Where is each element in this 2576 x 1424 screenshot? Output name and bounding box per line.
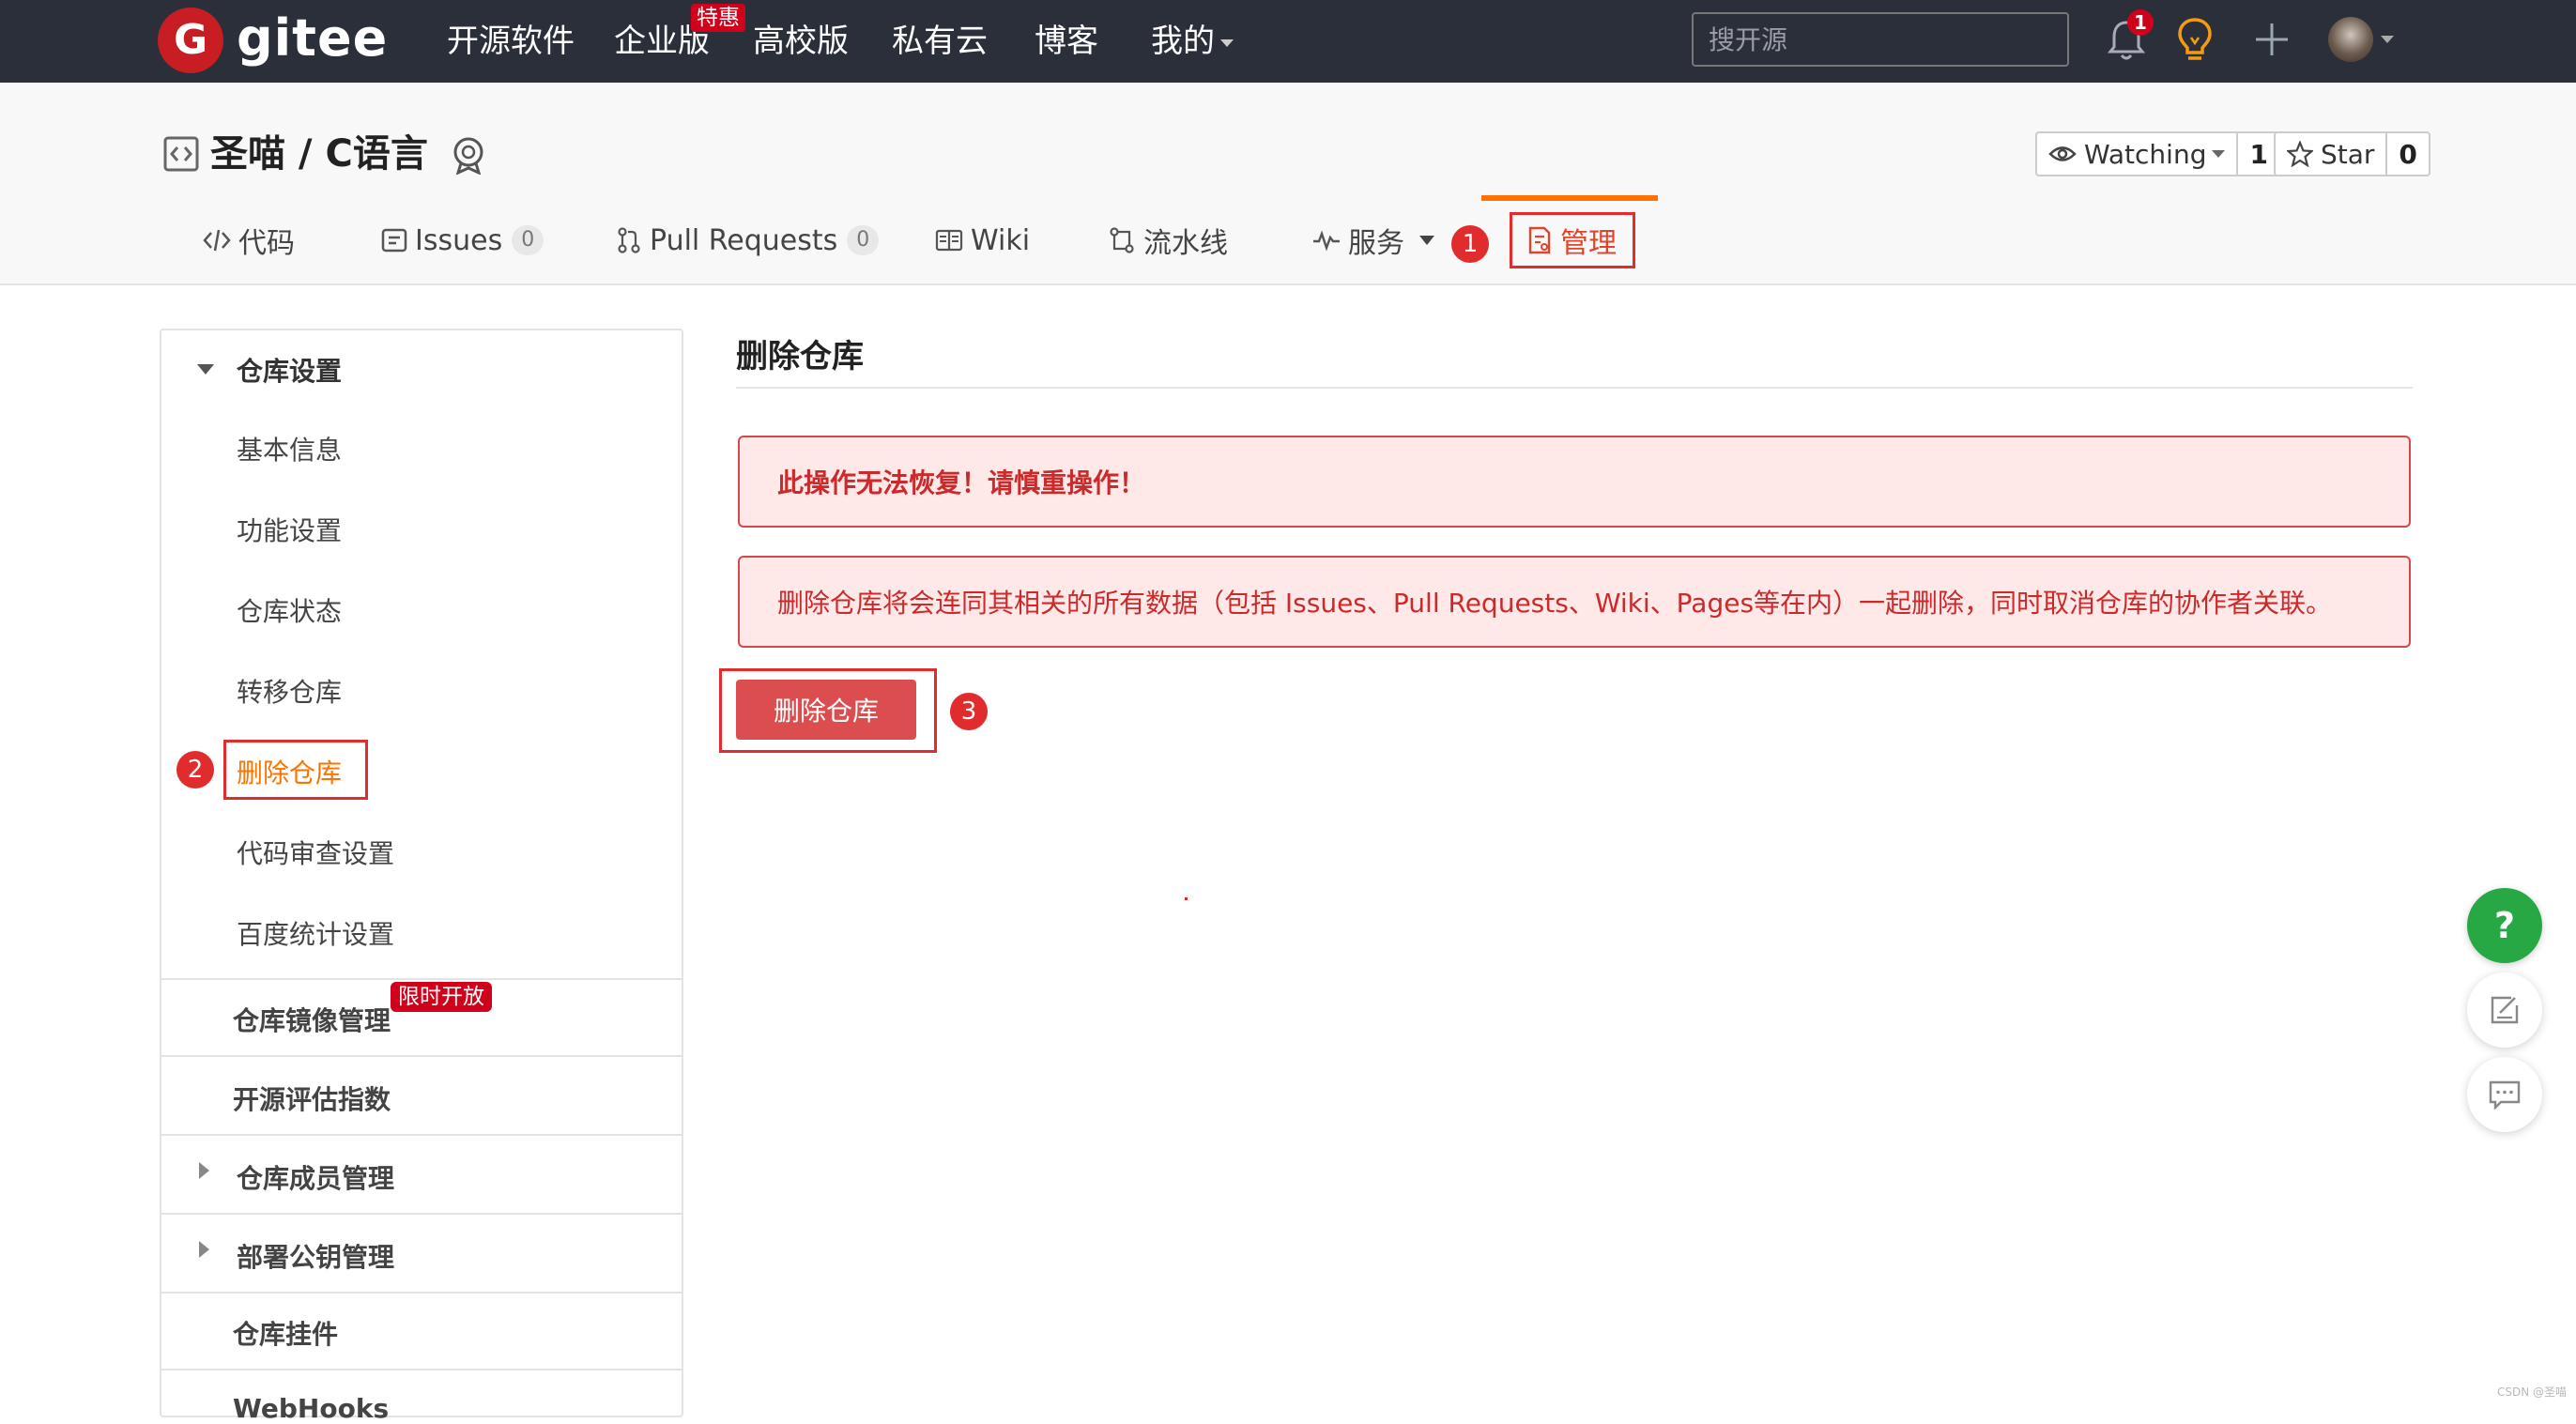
chat-bubble-icon: [2489, 1080, 2521, 1110]
sidebar-group-widgets[interactable]: 仓库挂件: [233, 1314, 338, 1352]
sidebar-divider: [161, 978, 682, 980]
star-count[interactable]: 0: [2387, 139, 2428, 170]
caret-down-icon[interactable]: [197, 364, 214, 375]
title-divider: [736, 387, 2413, 389]
enterprise-promo-badge: 特惠: [691, 4, 745, 32]
lightbulb-icon[interactable]: [2176, 17, 2214, 64]
watch-label: Watching: [2084, 138, 2207, 170]
activity-icon: [1313, 230, 1340, 252]
tab-pipeline[interactable]: 流水线: [1108, 208, 1228, 272]
tab-pull-requests[interactable]: Pull Requests 0: [616, 208, 880, 272]
tab-label: 服务: [1348, 227, 1404, 260]
sidebar-divider: [161, 1369, 682, 1370]
logo-text[interactable]: gitee: [237, 6, 388, 71]
active-tab-indicator: [1481, 195, 1658, 201]
help-button[interactable]: ?: [2467, 888, 2542, 963]
pull-requests-count: 0: [847, 225, 880, 255]
nav-university[interactable]: 高校版: [753, 21, 849, 62]
chevron-down-icon: [2212, 150, 2226, 158]
eye-icon: [2048, 146, 2077, 161]
star-button-main[interactable]: Star: [2276, 133, 2388, 175]
tab-wiki[interactable]: Wiki: [935, 208, 1030, 272]
tab-code[interactable]: 代码: [203, 208, 295, 272]
logo-letter: G: [173, 16, 208, 64]
stray-dot: [1185, 897, 1188, 900]
section-title-repo-settings[interactable]: 仓库设置: [237, 351, 342, 389]
page-title: 删除仓库: [736, 338, 864, 375]
tab-label: 代码: [238, 227, 295, 260]
star-button[interactable]: Star 0: [2274, 131, 2430, 176]
tab-services[interactable]: 服务: [1312, 208, 1434, 272]
sidebar-divider: [161, 1134, 682, 1136]
repo-title[interactable]: 圣喵 / C语言: [210, 128, 428, 180]
star-label: Star: [2321, 138, 2375, 170]
sidebar-group-deploy-keys[interactable]: 部署公钥管理: [237, 1237, 394, 1275]
tab-issues[interactable]: Issues 0: [381, 208, 544, 272]
sidebar-group-members[interactable]: 仓库成员管理: [237, 1158, 394, 1196]
settings-sidebar: 仓库设置 基本信息 功能设置 仓库状态 转移仓库 删除仓库 代码审查设置 百度统…: [160, 329, 683, 1424]
chat-button[interactable]: [2467, 1057, 2542, 1132]
plus-icon[interactable]: [2253, 21, 2291, 58]
sidebar-divider: [161, 1292, 682, 1294]
annotation-box-delete-button: [719, 668, 937, 753]
award-badge-icon[interactable]: [449, 135, 488, 175]
sidebar-item-code-review-settings[interactable]: 代码审查设置: [237, 834, 394, 871]
sidebar-item-basic-info[interactable]: 基本信息: [237, 430, 342, 467]
avatar[interactable]: [2328, 17, 2373, 62]
notification-count-badge: 1: [2127, 9, 2154, 36]
annotation-box-delete-item: [223, 740, 368, 800]
pipeline-icon: [1110, 227, 1134, 253]
annotation-marker-3: 3: [950, 693, 988, 730]
description-text: 删除仓库将会连同其相关的所有数据（包括 Issues、Pull Requests…: [777, 588, 2333, 619]
description-alert: 删除仓库将会连同其相关的所有数据（包括 Issues、Pull Requests…: [738, 556, 2411, 648]
watermark: CSDN @圣喵: [2497, 1386, 2568, 1399]
code-icon: [203, 229, 231, 252]
nav-mine-label: 我的: [1151, 23, 1215, 60]
nav-blog[interactable]: 博客: [1035, 21, 1098, 62]
sidebar-group-mirror[interactable]: 仓库镜像管理: [233, 1001, 391, 1038]
chevron-down-icon: [1220, 38, 1234, 47]
sidebar-divider: [161, 1213, 682, 1215]
tab-label: Wiki: [971, 223, 1031, 257]
gitee-logo-icon[interactable]: G: [158, 8, 223, 73]
sidebar-item-transfer-repo[interactable]: 转移仓库: [237, 672, 342, 710]
wiki-icon: [935, 229, 963, 252]
search-input[interactable]: [1692, 12, 2069, 67]
caret-right-icon[interactable]: [199, 1162, 209, 1179]
issues-icon: [381, 228, 407, 253]
chevron-down-icon[interactable]: [2381, 36, 2394, 43]
watch-button[interactable]: Watching 1: [2035, 131, 2281, 176]
feedback-button[interactable]: [2467, 972, 2542, 1048]
sidebar-item-feature-settings[interactable]: 功能设置: [237, 511, 342, 548]
edit-note-icon: [2491, 996, 2519, 1024]
repo-code-icon: [163, 136, 199, 172]
annotation-marker-1: 1: [1451, 225, 1489, 263]
pull-request-icon: [618, 227, 640, 253]
caret-right-icon[interactable]: [199, 1241, 209, 1258]
issues-count: 0: [512, 225, 544, 255]
nav-private-cloud[interactable]: 私有云: [892, 21, 988, 62]
repo-header: 圣喵 / C语言 Watching 1 Star 0 代码 Issues 0 P…: [0, 83, 2576, 285]
sidebar-group-webhooks[interactable]: WebHooks: [233, 1393, 389, 1424]
tab-label: Pull Requests: [650, 223, 838, 257]
nav-open-source[interactable]: 开源软件: [447, 21, 575, 62]
top-navbar: G gitee 开源软件 企业版 特惠 高校版 私有云 博客 我的 1: [0, 0, 2576, 83]
watch-button-main[interactable]: Watching: [2037, 133, 2239, 175]
star-icon: [2287, 141, 2313, 167]
sidebar-divider: [161, 1055, 682, 1057]
sidebar-item-baidu-stats-settings[interactable]: 百度统计设置: [237, 914, 394, 952]
limited-open-badge: 限时开放: [391, 982, 492, 1012]
tab-label: 流水线: [1143, 227, 1228, 260]
warning-text: 此操作无法恢复！请慎重操作！: [777, 467, 1146, 498]
sidebar-item-repo-status[interactable]: 仓库状态: [237, 591, 342, 629]
nav-mine[interactable]: 我的: [1151, 21, 1234, 62]
annotation-box-manage: [1510, 212, 1635, 268]
sidebar-group-open-source-index[interactable]: 开源评估指数: [233, 1079, 391, 1117]
warning-alert: 此操作无法恢复！请慎重操作！: [738, 436, 2411, 528]
annotation-marker-2: 2: [176, 751, 214, 789]
tab-label: Issues: [415, 223, 503, 257]
chevron-down-icon: [1419, 236, 1434, 245]
